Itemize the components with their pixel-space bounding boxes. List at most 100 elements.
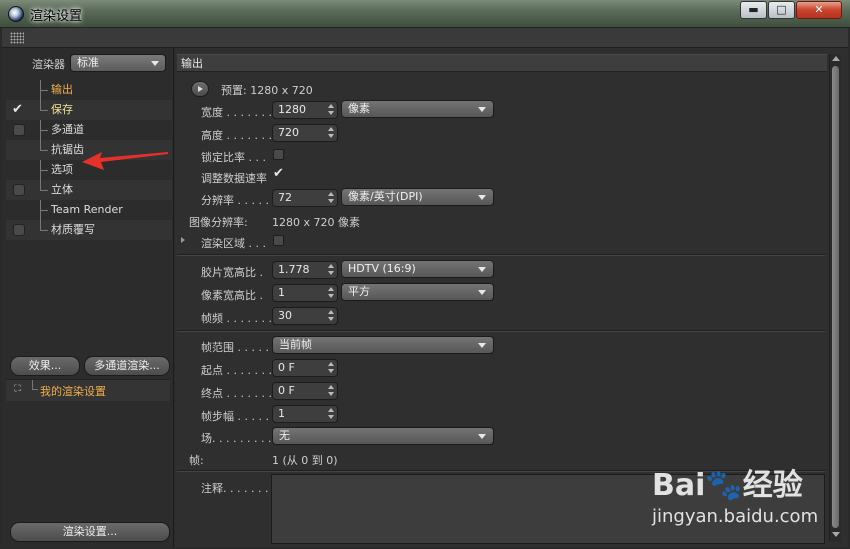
spinner-icon[interactable] [328, 385, 334, 397]
height-label: 高度 . . . . . . . . [201, 129, 279, 142]
tree-item-checkbox[interactable] [13, 124, 25, 136]
tree-item-checkbox[interactable] [13, 224, 25, 236]
render-region-label: 渲染区域 . . . [201, 237, 266, 250]
frame-step-value: 1 [278, 407, 285, 420]
height-field[interactable]: 720 [272, 124, 338, 142]
frame-range-label: 帧范围 . . . . . [201, 341, 269, 354]
resolution-label: 分辨率 . . . . . [201, 194, 269, 207]
preset-play-button[interactable] [191, 81, 209, 97]
tree-branch [40, 80, 48, 91]
frame-step-field[interactable]: 1 [272, 405, 338, 423]
red-arrow-annotation [82, 152, 168, 170]
lock-ratio-checkbox[interactable] [273, 149, 284, 160]
tree-branch [40, 180, 48, 191]
resolution-unit-dropdown[interactable]: 像素/英寸(DPI) [341, 188, 494, 206]
close-button[interactable]: ✕ [796, 1, 842, 19]
vertical-scrollbar[interactable] [829, 54, 841, 541]
tree-item-material-override[interactable]: 材质覆写 [6, 220, 172, 240]
grip-icon[interactable] [10, 32, 24, 44]
output-section-header: 输出 [177, 54, 827, 72]
adapt-rate-checkmark-icon[interactable]: ✔ [273, 166, 284, 181]
resolution-value: 72 [278, 191, 292, 204]
render-region-checkbox[interactable] [273, 235, 284, 246]
notes-label: 注释. . . . . . . [201, 482, 269, 495]
image-resolution-label: 图像分辨率: [189, 216, 248, 229]
unit-dropdown[interactable]: 像素 [341, 100, 494, 118]
field-dropdown[interactable]: 无 [272, 427, 494, 445]
render-settings-list: ⛶ 我的渲染设置 [6, 379, 170, 401]
chevron-down-icon [478, 195, 486, 200]
resolution-unit-value: 像素/英寸(DPI) [348, 190, 423, 203]
baidu-watermark: Bai🐾经验 jingyan.baidu.com [652, 460, 818, 536]
width-field[interactable]: 1280 [272, 101, 338, 119]
minimize-button[interactable]: ▬ [740, 1, 767, 19]
resolution-field[interactable]: 72 [272, 189, 338, 207]
width-label: 宽度 . . . . . . . . [201, 106, 279, 119]
tree-item-checkbox[interactable] [13, 184, 25, 196]
field-value: 无 [279, 429, 290, 442]
chevron-down-icon [478, 434, 486, 439]
tree-item-label: 多通道 [51, 123, 84, 136]
section-divider [177, 330, 825, 332]
pixel-aspect-dropdown[interactable]: 平方 [341, 283, 494, 301]
tree-item-label: 材质覆写 [51, 223, 95, 236]
scroll-down-icon[interactable] [832, 532, 840, 537]
tree-item-save[interactable]: ✔ 保存 [6, 100, 172, 120]
spinner-icon[interactable] [328, 287, 334, 299]
renderer-select[interactable]: 标准 [70, 54, 166, 72]
render-settings-button[interactable]: 渲染设置... [10, 522, 170, 542]
film-aspect-preset: HDTV (16:9) [348, 262, 416, 275]
spinner-icon[interactable] [328, 192, 334, 204]
expand-icon[interactable]: ⛶ [12, 384, 23, 395]
frame-range-dropdown[interactable]: 当前帧 [272, 336, 494, 354]
unit-value: 像素 [348, 102, 370, 115]
tree-item-multipass[interactable]: 多通道 [6, 120, 172, 140]
end-field[interactable]: 0 F [272, 382, 338, 400]
scroll-thumb[interactable] [832, 66, 839, 528]
tree-item-team-render[interactable]: Team Render [6, 200, 172, 220]
start-label: 起点 . . . . . . . . [201, 364, 279, 377]
checkmark-icon[interactable]: ✔ [12, 100, 23, 120]
pixel-aspect-preset: 平方 [348, 285, 370, 298]
effects-button[interactable]: 效果... [10, 356, 80, 376]
lock-ratio-label: 锁定比率 . . . [201, 151, 266, 164]
film-aspect-field[interactable]: 1.778 [272, 261, 338, 279]
scroll-up-icon[interactable] [832, 56, 840, 61]
expand-arrow-icon[interactable] [181, 237, 185, 243]
chevron-down-icon [478, 107, 486, 112]
multipass-render-button[interactable]: 多通道渲染... [84, 356, 170, 376]
frames-label: 帧: [189, 454, 204, 467]
tree-branch [40, 220, 48, 231]
pixel-aspect-field[interactable]: 1 [272, 284, 338, 302]
fps-label: 帧频 . . . . . . . . [201, 312, 279, 325]
spinner-icon[interactable] [328, 127, 334, 139]
frames-value: 1 (从 0 到 0) [272, 454, 338, 467]
start-field[interactable]: 0 F [272, 359, 338, 377]
spinner-icon[interactable] [328, 264, 334, 276]
tree-item-stereo[interactable]: 立体 [6, 180, 172, 200]
spinner-icon[interactable] [328, 362, 334, 374]
menu-strip [2, 28, 848, 48]
watermark-logo: Bai🐾经验 [652, 468, 803, 503]
tree-item-output[interactable]: 输出 [6, 80, 172, 100]
tree-branch [40, 100, 48, 111]
spinner-icon[interactable] [328, 310, 334, 322]
pixel-aspect-value: 1 [278, 286, 285, 299]
fps-field[interactable]: 30 [272, 307, 338, 325]
film-aspect-dropdown[interactable]: HDTV (16:9) [341, 260, 494, 278]
tree-item-label: 保存 [51, 103, 73, 116]
watermark-url: jingyan.baidu.com [652, 506, 819, 527]
renderer-label: 渲染器 [32, 58, 65, 71]
start-value: 0 F [278, 361, 295, 374]
tree-item-label: 输出 [51, 83, 73, 96]
film-aspect-label: 胶片宽高比 . [201, 266, 263, 279]
frame-range-value: 当前帧 [279, 338, 312, 351]
spinner-icon[interactable] [328, 408, 334, 420]
render-settings-item[interactable]: 我的渲染设置 [40, 383, 106, 399]
pixel-aspect-label: 像素宽高比 . [201, 289, 263, 302]
window-titlebar: 渲染设置 ▬ □ ✕ [0, 0, 850, 28]
spinner-icon[interactable] [328, 104, 334, 116]
chevron-down-icon [478, 290, 486, 295]
fps-value: 30 [278, 309, 292, 322]
maximize-button[interactable]: □ [768, 1, 795, 19]
